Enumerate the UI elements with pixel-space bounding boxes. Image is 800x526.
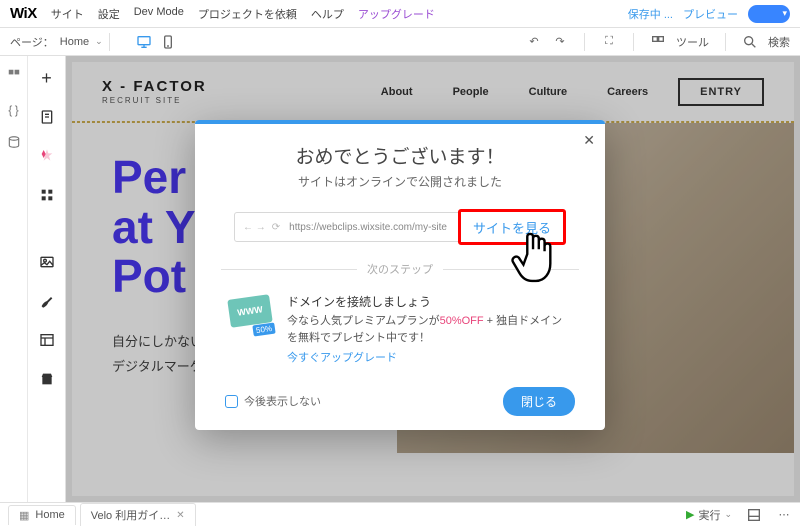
play-icon: ▶ [686,508,694,521]
close-button[interactable]: 閉じる [503,387,575,416]
publish-button[interactable]: ▾ [748,5,790,23]
topbar-right: 保存中 ... プレビュー ▾ [628,5,790,23]
desktop-icon[interactable] [136,34,152,50]
upgrade-now-link[interactable]: 今すぐアップグレード [287,350,573,367]
menu-devmode[interactable]: Dev Mode [134,6,184,22]
menu-site[interactable]: サイト [51,6,84,22]
layout-toggle-icon[interactable] [746,507,762,523]
tools-icon [650,34,666,50]
code-icon[interactable]: { } [8,103,18,117]
site-url-box: ← → ⟳ https://webclips.wixsite.com/my-si… [234,212,459,242]
congrats-sub: サイトはオンラインで公開されました [221,173,579,190]
domain-www-icon: WWW 50% [227,293,275,333]
topbar: WiX サイト 設定 Dev Mode プロジェクトを依頼 ヘルプ アップグレー… [0,0,800,28]
publish-success-modal: ✕ おめでとうございます！ サイトはオンラインで公開されました ← → ⟳ ht… [195,120,605,430]
divider: 次のステップ [221,261,579,277]
preview-link[interactable]: プレビュー [683,6,738,22]
left-rail: { } [0,56,28,502]
chevron-down-icon: ▾ [782,8,787,19]
store-icon[interactable] [39,371,55,390]
chevron-down-icon: ⌄ [95,36,103,47]
search-label[interactable]: 検索 [768,34,790,50]
blog-icon[interactable] [39,293,55,312]
mobile-icon[interactable] [160,34,176,50]
domain-promo: WWW 50% ドメインを接続しましょう 今なら人気プレミアムプランが50%OF… [221,293,579,367]
menu-project[interactable]: プロジェクトを依頼 [198,6,297,22]
home-icon: ▦ [19,509,29,522]
top-menu: サイト 設定 Dev Mode プロジェクトを依頼 ヘルプ アップグレード [51,6,435,22]
refresh-icon: ⟳ [272,222,280,233]
checkbox-icon [225,395,238,408]
expand-icon[interactable]: ⛶ [601,34,617,50]
undo-icon[interactable]: ↶ [526,34,542,50]
layout-icon[interactable] [39,332,55,351]
more-icon[interactable]: ⋯ [776,507,792,523]
domain-title: ドメインを接続しましょう [287,293,573,311]
theme-icon[interactable] [39,148,55,167]
dont-show-checkbox[interactable]: 今後表示しない [225,393,321,409]
site-url[interactable]: https://webclips.wixsite.com/my-site [286,222,450,233]
apps-icon[interactable] [39,187,55,206]
wix-logo[interactable]: WiX [10,5,37,22]
run-button[interactable]: ▶ 実行 ⌄ [686,507,732,523]
bottombar: ▦ Home Velo 利用ガイ… ✕ ▶ 実行 ⌄ ⋯ [0,502,800,526]
tools-label[interactable]: ツール [676,34,709,50]
close-tab-icon[interactable]: ✕ [176,510,184,521]
media-icon[interactable] [39,254,55,273]
nav-arrows-icon: ← → [243,222,266,233]
device-toggle [136,34,176,50]
chevron-down-icon: ⌄ [724,509,732,520]
page-selector[interactable]: ページ： Home ⌄ [10,34,103,50]
redo-icon[interactable]: ↷ [552,34,568,50]
search-icon[interactable] [742,34,758,50]
tab-home[interactable]: ▦ Home [8,505,76,525]
database-icon[interactable] [7,135,21,152]
menu-settings[interactable]: 設定 [98,6,120,22]
saving-status: 保存中 ... [628,6,673,22]
menu-upgrade[interactable]: アップグレード [358,6,435,22]
side-panel: + [28,56,66,502]
pages-icon[interactable] [39,109,55,128]
close-icon[interactable]: ✕ [583,132,595,149]
view-site-button[interactable]: サイトを見る [458,209,566,245]
secondbar-right: ↶ ↷ ⛶ ツール 検索 [526,33,790,51]
dashboard-icon[interactable] [7,68,21,85]
menu-help[interactable]: ヘルプ [311,6,344,22]
tab-velo[interactable]: Velo 利用ガイ… ✕ [80,503,196,526]
secondbar: ページ： Home ⌄ ↶ ↷ ⛶ ツール 検索 [0,28,800,56]
congrats-title: おめでとうございます！ [221,142,579,169]
add-icon[interactable]: + [41,68,52,89]
